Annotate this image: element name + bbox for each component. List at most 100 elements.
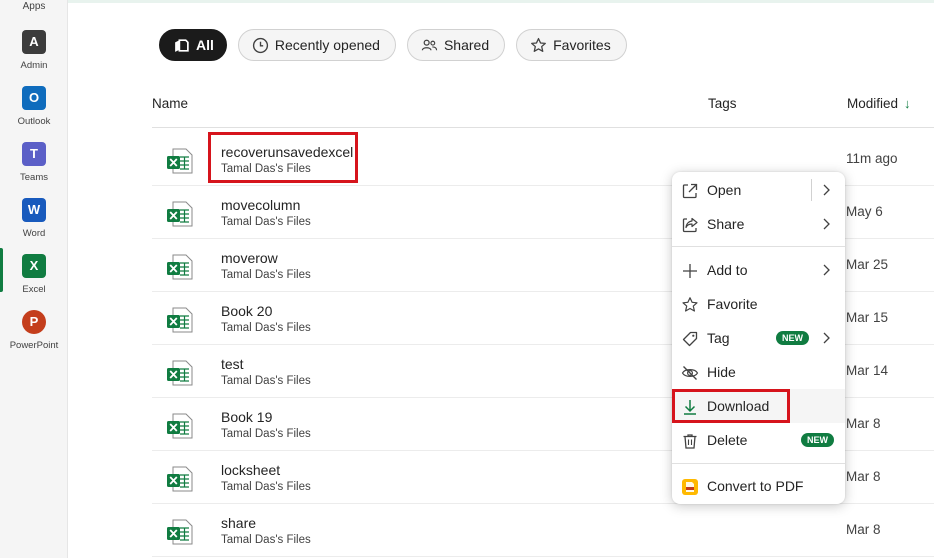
top-stripe — [68, 0, 934, 3]
rail-app-label: Word — [22, 228, 46, 239]
excel-file-icon — [167, 360, 193, 386]
table-row[interactable]: share Tamal Das's Files Mar 8 — [152, 504, 934, 557]
file-name[interactable]: movecolumn — [221, 197, 300, 213]
clock-icon — [252, 37, 268, 53]
rail-app-label: PowerPoint — [9, 340, 59, 351]
file-location: Tamal Das's Files — [221, 534, 311, 546]
share-icon — [682, 217, 698, 233]
context-menu: Open Share Add to Favorite Tag NEW Hide … — [672, 172, 845, 504]
excel-file-icon — [167, 307, 193, 333]
pdf-icon — [682, 479, 698, 495]
rail-app-word[interactable]: W Word — [0, 198, 68, 250]
column-header-modified[interactable]: Modified ↓ — [847, 96, 911, 111]
menu-item-convert-pdf[interactable]: Convert to PDF — [672, 469, 845, 503]
file-modified: Mar 14 — [846, 363, 889, 378]
rail-apps-label[interactable]: Apps — [0, 1, 68, 12]
menu-separator — [672, 246, 845, 247]
filter-recent-button[interactable]: Recently opened — [237, 29, 396, 61]
excel-file-icon — [167, 148, 193, 174]
file-location: Tamal Das's Files — [221, 322, 311, 334]
excel-icon: X — [22, 254, 46, 278]
menu-item-label: Favorite — [707, 296, 758, 312]
new-badge: NEW — [801, 433, 834, 447]
menu-item-label: Tag — [707, 330, 730, 346]
menu-item-hide[interactable]: Hide — [672, 355, 845, 389]
file-location: Tamal Das's Files — [221, 428, 311, 440]
menu-item-share[interactable]: Share — [672, 207, 845, 241]
rail-app-powerpoint[interactable]: P PowerPoint — [0, 310, 68, 362]
trash-icon — [683, 434, 697, 449]
rail-app-outlook[interactable]: O Outlook — [0, 86, 68, 138]
column-header-name[interactable]: Name — [152, 96, 188, 111]
all-files-icon — [175, 38, 189, 52]
file-name[interactable]: moverow — [221, 250, 278, 266]
arrow-down-icon: ↓ — [904, 96, 911, 111]
teams-icon: T — [22, 142, 46, 166]
file-modified: Mar 8 — [846, 469, 881, 484]
rail-app-label: Excel — [22, 284, 46, 295]
menu-item-favorite[interactable]: Favorite — [672, 287, 845, 321]
column-header-modified-label: Modified — [847, 96, 899, 111]
file-location: Tamal Das's Files — [221, 375, 311, 387]
rail-app-label: Admin — [20, 60, 48, 71]
open-external-icon — [682, 183, 698, 199]
file-modified: Mar 8 — [846, 522, 881, 537]
menu-item-label: Add to — [707, 262, 748, 278]
chevron-right-icon[interactable] — [821, 183, 831, 197]
menu-item-label: Convert to PDF — [707, 478, 804, 494]
menu-separator — [672, 463, 845, 464]
filter-favorites-button[interactable]: Favorites — [516, 29, 627, 61]
file-name[interactable]: Book 19 — [221, 409, 272, 425]
split-divider — [811, 179, 812, 201]
rail-app-label: Teams — [20, 172, 48, 183]
outlook-icon: O — [22, 86, 46, 110]
rail-app-teams[interactable]: T Teams — [0, 142, 68, 194]
file-modified: 11m ago — [846, 151, 898, 166]
filter-bar: All Recently opened Shared Favorites — [159, 29, 627, 61]
excel-file-icon — [167, 254, 193, 280]
tag-icon — [682, 331, 698, 347]
menu-item-delete[interactable]: Delete NEW — [672, 423, 845, 457]
filter-shared-button[interactable]: Shared — [406, 29, 506, 61]
file-name[interactable]: test — [221, 356, 244, 372]
filter-shared-label: Shared — [443, 37, 490, 53]
rail-app-admin[interactable]: A Admin — [0, 30, 68, 82]
rail-app-excel[interactable]: X Excel — [0, 248, 68, 306]
file-modified: Mar 15 — [846, 310, 889, 325]
star-icon — [682, 297, 698, 312]
header-divider — [152, 127, 934, 128]
eye-off-icon — [681, 366, 699, 380]
admin-icon: A — [22, 30, 46, 54]
people-icon — [421, 39, 438, 50]
excel-file-icon — [167, 466, 193, 492]
menu-item-label: Delete — [707, 432, 748, 448]
filter-all-label: All — [196, 37, 214, 53]
file-location: Tamal Das's Files — [221, 481, 311, 493]
highlight-download-box — [672, 389, 790, 423]
excel-file-icon — [167, 519, 193, 545]
file-modified: May 6 — [846, 204, 883, 219]
menu-item-label: Share — [707, 216, 745, 232]
chevron-right-icon — [823, 264, 830, 276]
file-modified: Mar 8 — [846, 416, 881, 431]
rail-app-label: Outlook — [17, 116, 51, 127]
menu-item-add-to[interactable]: Add to — [672, 253, 845, 287]
menu-item-open[interactable]: Open — [672, 173, 845, 207]
file-name[interactable]: share — [221, 515, 256, 531]
file-location: Tamal Das's Files — [221, 216, 311, 228]
column-header-tags[interactable]: Tags — [708, 96, 737, 111]
powerpoint-icon: P — [22, 310, 46, 334]
word-icon: W — [22, 198, 46, 222]
excel-file-icon — [167, 413, 193, 439]
filter-all-button[interactable]: All — [159, 29, 227, 61]
new-badge: NEW — [776, 331, 809, 345]
file-name[interactable]: Book 20 — [221, 303, 272, 319]
file-name[interactable]: locksheet — [221, 462, 280, 478]
menu-item-label: Open — [707, 182, 742, 198]
filter-favorites-label: Favorites — [553, 37, 611, 53]
menu-item-tag[interactable]: Tag NEW — [672, 321, 845, 355]
star-icon — [531, 37, 547, 52]
filter-recent-label: Recently opened — [274, 37, 380, 53]
chevron-right-icon — [823, 218, 830, 230]
app-rail: Apps A Admin O Outlook T Teams W Word X … — [0, 0, 68, 558]
